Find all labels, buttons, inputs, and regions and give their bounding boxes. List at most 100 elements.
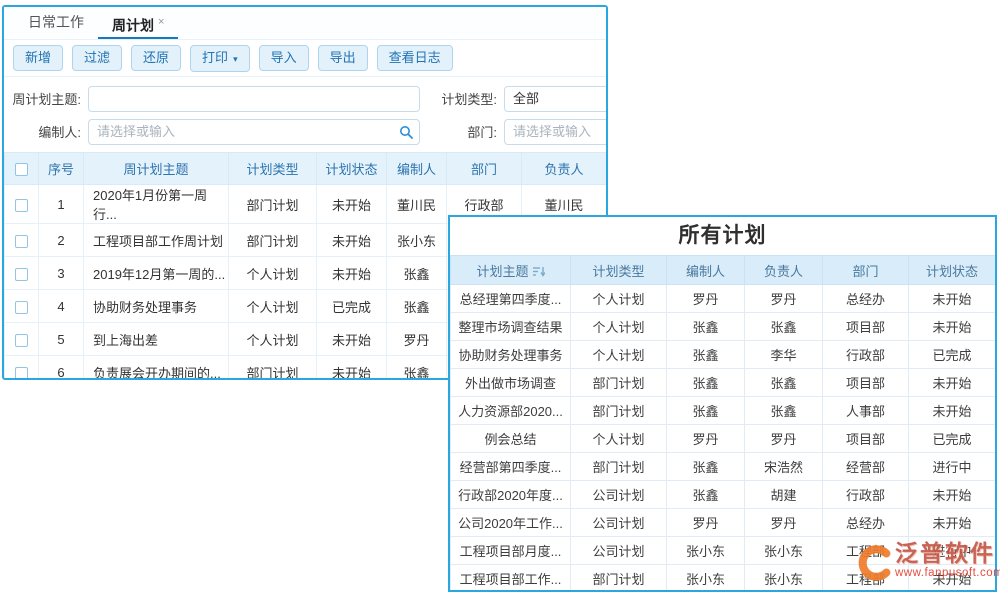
table-row[interactable]: 行政部2020年度...公司计划张鑫胡建行政部未开始 [451,481,996,509]
cell-compiler: 张小东 [667,565,745,593]
cell-subject: 例会总结 [451,425,571,453]
toolbar-button[interactable]: 打印▾ [190,45,250,72]
toolbar-button[interactable]: 导出 [318,45,368,71]
cell-subject[interactable]: 2020年1月份第一周行... [84,185,229,224]
toolbar-button-label: 打印 [202,50,228,65]
cell-subject[interactable]: 负责展会开办期间的... [84,356,229,381]
table-row[interactable]: 经营部第四季度...部门计划张鑫宋浩然经营部进行中 [451,453,996,481]
table-row[interactable]: 人力资源部2020...部门计划张鑫张鑫人事部未开始 [451,397,996,425]
cell-dept: 项目部 [823,425,909,453]
tab-daily-work-label: 日常工作 [28,14,84,30]
toolbar-button[interactable]: 新增 [13,45,63,71]
toolbar-button[interactable]: 查看日志 [377,45,453,71]
tab-weekly-plan[interactable]: 周计划 × [98,7,178,39]
cell-status: 已完成 [909,425,996,453]
cell-subject: 行政部2020年度... [451,481,571,509]
cell-no: 5 [39,323,84,356]
toolbar-button-label: 查看日志 [389,50,441,65]
col-header-compiler: 编制人 [667,256,745,285]
row-checkbox[interactable] [15,367,28,380]
col-header-no: 序号 [39,153,84,185]
row-checkbox [5,257,39,290]
search-icon[interactable] [399,125,413,139]
cell-owner: 张鑫 [745,397,823,425]
cell-status: 进行中 [909,453,996,481]
type-filter-select[interactable]: 全部 [504,86,608,112]
col-header-compiler: 编制人 [387,153,447,185]
cell-subject[interactable]: 2019年12月第一周的... [84,257,229,290]
toolbar-button[interactable]: 还原 [131,45,181,71]
table-header-row: 计划主题 计划类型 编制人 负责人 部门 计划状态 [451,256,996,285]
cell-subject[interactable]: 到上海出差 [84,323,229,356]
row-checkbox [5,290,39,323]
cell-status: 未开始 [909,285,996,313]
cell-no: 2 [39,224,84,257]
type-filter-label: 计划类型: [420,89,504,108]
tab-daily-work[interactable]: 日常工作 [14,7,98,39]
row-checkbox[interactable] [15,301,28,314]
table-row[interactable]: 协助财务处理事务个人计划张鑫李华行政部已完成 [451,341,996,369]
cell-owner: 胡建 [745,481,823,509]
cell-compiler: 张鑫 [667,313,745,341]
table-row[interactable]: 总经理第四季度...个人计划罗丹罗丹总经办未开始 [451,285,996,313]
cell-dept: 人事部 [823,397,909,425]
select-all-checkbox[interactable] [15,163,28,176]
cell-owner: 李华 [745,341,823,369]
tab-close-icon[interactable]: × [158,16,164,28]
toolbar-button[interactable]: 过滤 [72,45,122,71]
cell-type: 部门计划 [571,565,667,593]
cell-status: 未开始 [317,224,387,257]
cell-no: 6 [39,356,84,381]
table-row[interactable]: 例会总结个人计划罗丹罗丹项目部已完成 [451,425,996,453]
all-plans-table: 计划主题 计划类型 编制人 负责人 部门 计划状态 总经理 [450,255,996,592]
cell-owner: 张鑫 [745,313,823,341]
cell-compiler[interactable]: 张小东 [387,224,447,257]
col-header-status: 计划状态 [909,256,996,285]
table-row[interactable]: 公司2020年工作...公司计划罗丹罗丹总经办未开始 [451,509,996,537]
row-checkbox[interactable] [15,199,28,212]
table-row[interactable]: 外出做市场调查部门计划张鑫张鑫项目部未开始 [451,369,996,397]
table-row[interactable]: 整理市场调查结果个人计划张鑫张鑫项目部未开始 [451,313,996,341]
cell-status: 已完成 [317,290,387,323]
cell-compiler: 罗丹 [667,509,745,537]
tab-weekly-plan-label: 周计划 [112,18,154,34]
cell-dept: 经营部 [823,453,909,481]
col-header-subject: 周计划主题 [84,153,229,185]
row-checkbox[interactable] [15,268,28,281]
toolbar-button[interactable]: 导入 [259,45,309,71]
cell-status: 未开始 [909,313,996,341]
cell-dept: 总经办 [823,509,909,537]
toolbar-button-label: 还原 [143,50,169,65]
cell-status: 未开始 [909,369,996,397]
row-checkbox[interactable] [15,235,28,248]
cell-subject: 经营部第四季度... [451,453,571,481]
table-row[interactable]: 工程项目部工作...部门计划张小东张小东工程部未开始 [451,565,996,593]
row-checkbox [5,356,39,381]
cell-compiler: 罗丹 [667,285,745,313]
cell-type: 个人计划 [229,257,317,290]
col-header-owner: 负责人 [745,256,823,285]
cell-compiler[interactable]: 张鑫 [387,290,447,323]
cell-status: 未开始 [317,356,387,381]
cell-compiler[interactable]: 罗丹 [387,323,447,356]
cell-dept: 工程部 [823,565,909,593]
dept-filter-input[interactable] [504,119,608,145]
cell-subject: 外出做市场调查 [451,369,571,397]
row-checkbox[interactable] [15,334,28,347]
cell-compiler: 张鑫 [667,369,745,397]
sort-icon[interactable] [533,266,545,277]
table-row[interactable]: 工程项目部月度...公司计划张小东张小东工程部进行中 [451,537,996,565]
cell-compiler[interactable]: 张鑫 [387,356,447,381]
cell-type: 个人计划 [229,290,317,323]
col-header-subject[interactable]: 计划主题 [451,256,571,285]
cell-type: 部门计划 [229,224,317,257]
cell-compiler[interactable]: 张鑫 [387,257,447,290]
cell-subject[interactable]: 工程项目部工作周计划 [84,224,229,257]
col-header-dept: 部门 [447,153,522,185]
compiler-filter-input[interactable] [88,119,420,145]
screen: 日常工作 周计划× 新增过滤还原打印▾导入导出查看日志 周计划主题: 计划类型:… [0,0,1000,600]
cell-subject[interactable]: 协助财务处理事务 [84,290,229,323]
cell-compiler[interactable]: 董川民 [387,185,447,224]
subject-filter-input[interactable] [88,86,420,112]
cell-subject: 总经理第四季度... [451,285,571,313]
